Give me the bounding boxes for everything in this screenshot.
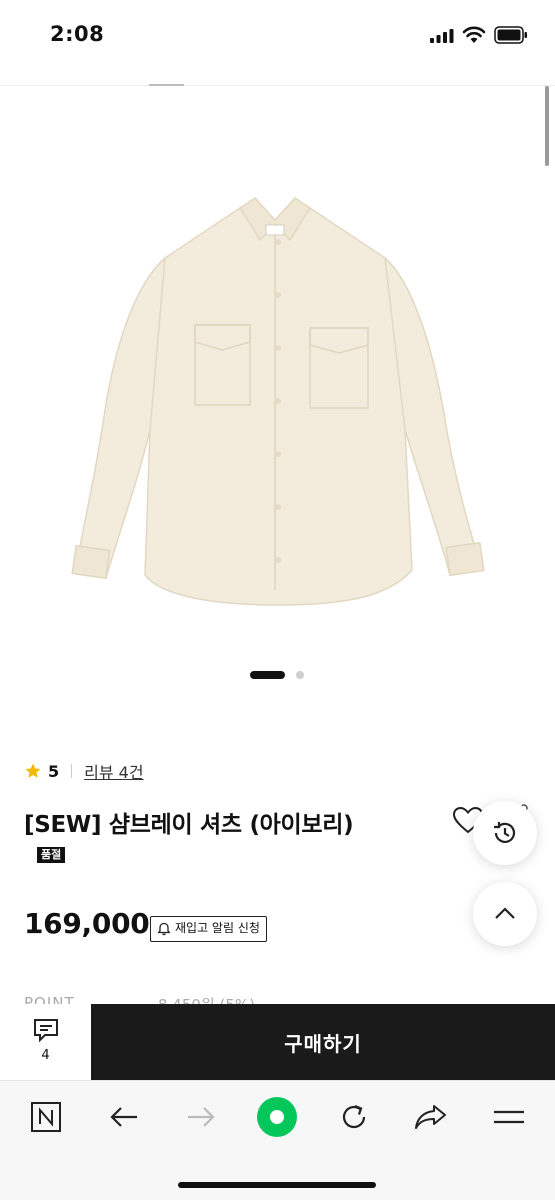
page-scrollbar[interactable] [545, 86, 549, 166]
share-arrow-icon [415, 1105, 446, 1129]
green-dot-button[interactable] [255, 1097, 299, 1137]
forward-button[interactable] [179, 1097, 223, 1137]
share-page-button[interactable] [409, 1097, 453, 1137]
wifi-icon [462, 26, 486, 43]
buy-button[interactable]: 구매하기 [91, 1004, 555, 1080]
home-indicator[interactable] [178, 1182, 376, 1188]
menu-button[interactable] [487, 1097, 531, 1137]
scroll-to-top-button[interactable] [473, 882, 537, 946]
product-title: [SEW] 샴브레이 셔츠 (아이보리) [24, 812, 354, 838]
image-pager[interactable] [250, 671, 310, 679]
restock-alert-label: 재입고 알림 신청 [175, 921, 260, 935]
pager-dot[interactable] [296, 671, 304, 679]
pager-dot-active[interactable] [250, 671, 285, 679]
history-clock-icon [494, 822, 516, 843]
refresh-button[interactable] [332, 1097, 376, 1137]
qna-button[interactable]: 4 [0, 1004, 91, 1080]
chat-bubble-icon [34, 1019, 58, 1042]
green-circle-icon [257, 1097, 297, 1137]
qna-count: 4 [41, 1048, 50, 1063]
header-divider [0, 85, 555, 86]
purchase-bar: 4 구매하기 [0, 1004, 555, 1080]
tab-indicator [149, 84, 184, 86]
back-arrow-icon [110, 1107, 137, 1127]
chevron-up-icon [495, 907, 515, 919]
naver-home-button[interactable] [24, 1097, 68, 1137]
review-count-link[interactable]: 리뷰 4건 [84, 759, 143, 783]
rating-divider [71, 764, 73, 778]
bell-icon [157, 922, 171, 936]
forward-arrow-icon [188, 1107, 215, 1127]
star-icon [25, 763, 41, 778]
battery-icon [494, 26, 527, 44]
refresh-icon [342, 1104, 366, 1129]
naver-n-icon [31, 1102, 61, 1132]
menu-icon [494, 1110, 524, 1124]
back-button[interactable] [102, 1097, 146, 1137]
recent-history-button[interactable] [473, 801, 537, 865]
status-time: 2:08 [50, 22, 105, 46]
product-image[interactable] [60, 180, 495, 620]
price: 169,000 [24, 907, 150, 940]
rating-row: 5 리뷰 4건 [24, 760, 144, 782]
rating-score: 5 [48, 761, 60, 781]
soldout-badge: 품절 [37, 847, 66, 863]
cellular-signal-icon [430, 29, 454, 43]
browser-toolbar [0, 1080, 555, 1200]
restock-alert-button[interactable]: 재입고 알림 신청 [150, 916, 267, 942]
status-bar: 2:08 [0, 0, 555, 72]
